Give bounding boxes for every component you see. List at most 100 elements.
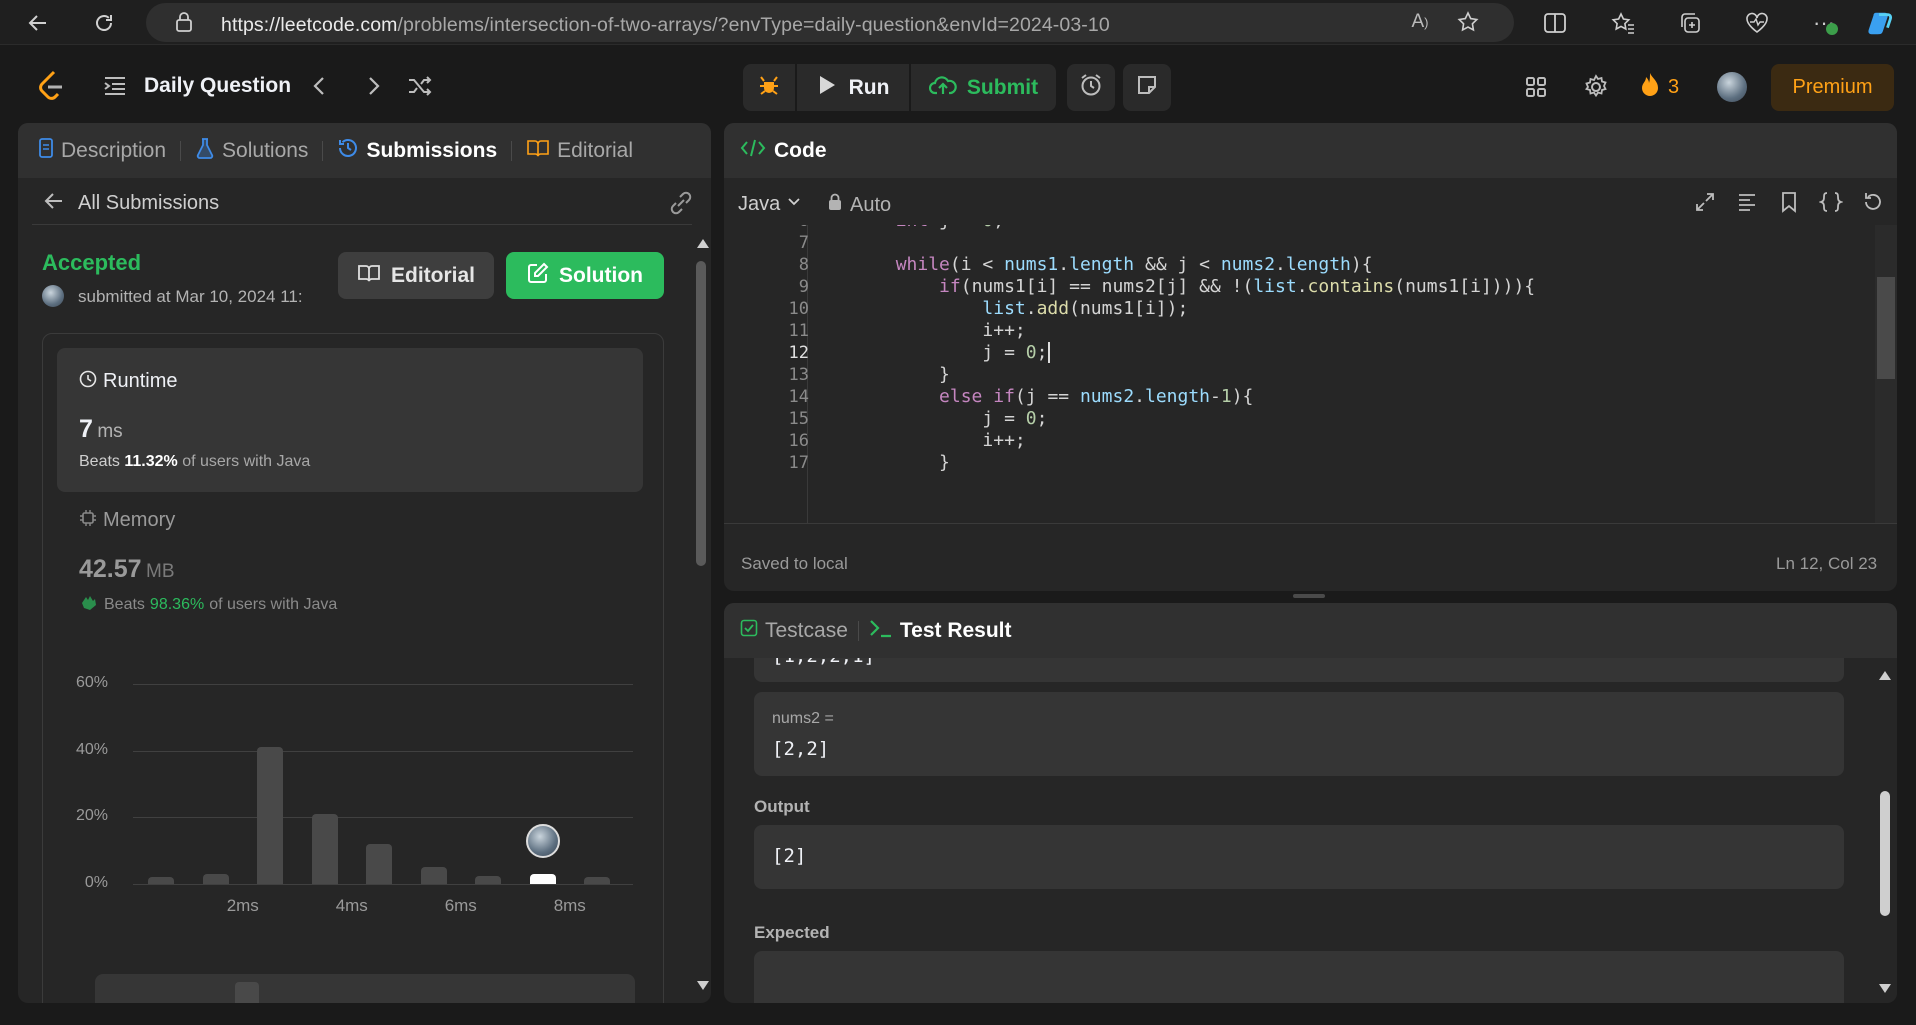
output-label: Output (754, 797, 810, 816)
shuffle-icon[interactable] (407, 75, 433, 102)
code-editor[interactable]: 6 int j = 0;78 while(i < nums1.length &&… (724, 225, 1876, 523)
code-text: while(i < nums1.length && j < nums2.leng… (895, 254, 1373, 275)
code-scrollbar-thumb[interactable] (1877, 277, 1895, 379)
user-avatar[interactable] (1717, 72, 1747, 102)
chart-bar[interactable] (202, 874, 229, 884)
scroll-down-arrow-icon[interactable] (1879, 984, 1891, 993)
format-lines-icon[interactable] (1735, 190, 1759, 219)
prev-question-icon[interactable] (310, 74, 330, 103)
memory-header[interactable]: Memory (79, 509, 175, 532)
chart-x-tick: 4ms (335, 896, 368, 915)
runtime-card[interactable]: Runtime 7 ms Beats 11.32% of users with … (57, 348, 643, 492)
lock-small-icon (828, 193, 842, 217)
code-line[interactable]: 6 int j = 0; (724, 225, 1876, 232)
language-select[interactable]: Java (738, 193, 802, 216)
code-text: else if(j == nums2.length-1){ (939, 386, 1254, 407)
code-line[interactable]: 11 i++; (724, 320, 1876, 342)
streak-counter[interactable]: 3 (1640, 72, 1679, 103)
url-text[interactable]: https://leetcode.com/problems/intersecti… (221, 14, 1110, 37)
book-open-icon (357, 263, 381, 288)
tab-testcase[interactable]: Testcase (740, 619, 858, 643)
submit-button[interactable]: Submit (911, 64, 1056, 111)
chart-x-tick: 8ms (553, 896, 586, 915)
chevron-down-icon (786, 193, 802, 216)
favorite-star-icon[interactable] (1454, 8, 1482, 36)
expected-box (754, 951, 1844, 1003)
code-line[interactable]: 12 j = 0; (724, 342, 1876, 364)
submitted-at: submitted at Mar 10, 2024 11: (78, 287, 303, 306)
premium-button[interactable]: Premium (1771, 64, 1894, 111)
scroll-down-arrow-icon[interactable] (697, 981, 709, 990)
run-button[interactable]: Run (797, 64, 909, 111)
line-number: 14 (788, 387, 809, 407)
code-line[interactable]: 15 j = 0; (724, 408, 1876, 430)
debug-button[interactable] (743, 64, 795, 111)
bookmark-icon[interactable] (1777, 190, 1801, 219)
code-line[interactable]: 14 else if(j == nums2.length-1){ (724, 386, 1876, 408)
resize-handle[interactable] (1293, 594, 1325, 598)
tab-test-result[interactable]: Test Result (859, 618, 1026, 644)
auto-mode[interactable]: Auto (828, 193, 891, 217)
code-line[interactable]: 13 } (724, 364, 1876, 386)
copilot-icon[interactable] (1866, 9, 1894, 37)
result-scrollbar[interactable] (1874, 658, 1897, 1003)
all-submissions-bar[interactable]: All Submissions (32, 183, 692, 225)
arrow-left-icon[interactable] (44, 191, 64, 216)
code-scrollbar[interactable] (1875, 225, 1897, 523)
chart-bar[interactable] (475, 875, 501, 884)
result-scrollbar-thumb[interactable] (1880, 791, 1890, 916)
chart-bar[interactable] (148, 877, 174, 884)
split-screen-icon[interactable] (1541, 9, 1569, 37)
submitter-avatar[interactable] (42, 285, 64, 307)
code-line[interactable]: 9 if(nums1[i] == nums2[j] && !(list.cont… (724, 276, 1876, 298)
problem-list-icon[interactable] (103, 75, 127, 102)
layout-icon[interactable] (1524, 75, 1548, 104)
collections-icon[interactable] (1676, 9, 1704, 37)
refresh-icon[interactable] (90, 9, 118, 37)
note-icon (1135, 73, 1159, 102)
read-aloud-icon[interactable]: A) (1406, 8, 1434, 36)
address-bar[interactable]: https://leetcode.com/problems/intersecti… (146, 3, 1514, 42)
code-line[interactable]: 8 while(i < nums1.length && j < nums2.le… (724, 254, 1876, 276)
tab-solutions[interactable]: Solutions (181, 137, 322, 165)
chart-bar[interactable] (366, 844, 392, 884)
chart-bar[interactable] (311, 814, 338, 884)
favorites-icon[interactable] (1609, 9, 1637, 37)
chart-bar[interactable] (529, 874, 556, 884)
code-line[interactable]: 10 list.add(nums1[i]); (724, 298, 1876, 320)
editorial-button[interactable]: Editorial (338, 252, 494, 299)
next-question-icon[interactable] (363, 74, 383, 103)
scroll-up-arrow-icon[interactable] (697, 239, 709, 248)
left-scrollbar-thumb[interactable] (696, 261, 706, 566)
solution-button[interactable]: Solution (506, 252, 664, 299)
leetcode-logo-icon[interactable] (36, 70, 66, 107)
your-submission-avatar[interactable] (525, 824, 560, 858)
more-options-icon[interactable]: ··· (1810, 9, 1838, 37)
scroll-up-arrow-icon[interactable] (1879, 671, 1891, 680)
share-link-icon[interactable] (667, 191, 695, 220)
chart-bar[interactable] (420, 867, 447, 884)
browser-essentials-icon[interactable] (1743, 9, 1771, 37)
curly-braces-icon[interactable] (1818, 190, 1844, 219)
code-line[interactable]: 7 (724, 232, 1876, 254)
expand-icon[interactable] (1693, 190, 1717, 219)
submission-status: Accepted (42, 250, 142, 275)
description-icon (38, 137, 54, 165)
tab-editorial[interactable]: Editorial (512, 138, 647, 164)
settings-gear-icon[interactable] (1583, 74, 1609, 105)
tab-submissions[interactable]: Submissions (323, 137, 511, 165)
reset-icon[interactable] (1861, 190, 1885, 219)
notes-button[interactable] (1123, 64, 1171, 111)
code-line[interactable]: 17 } (724, 452, 1876, 474)
tab-description[interactable]: Description (18, 137, 180, 165)
chart-bar[interactable] (584, 877, 610, 884)
lock-icon[interactable] (170, 8, 198, 36)
code-text: j = 0; (809, 408, 1048, 429)
back-icon[interactable] (24, 9, 52, 37)
timer-button[interactable] (1067, 64, 1115, 111)
alarm-clock-icon (1078, 72, 1104, 103)
code-line[interactable]: 16 i++; (724, 430, 1876, 452)
chart-x-tick: 6ms (444, 896, 477, 915)
header-title[interactable]: Daily Question (144, 74, 291, 98)
chart-bar[interactable] (257, 747, 283, 884)
